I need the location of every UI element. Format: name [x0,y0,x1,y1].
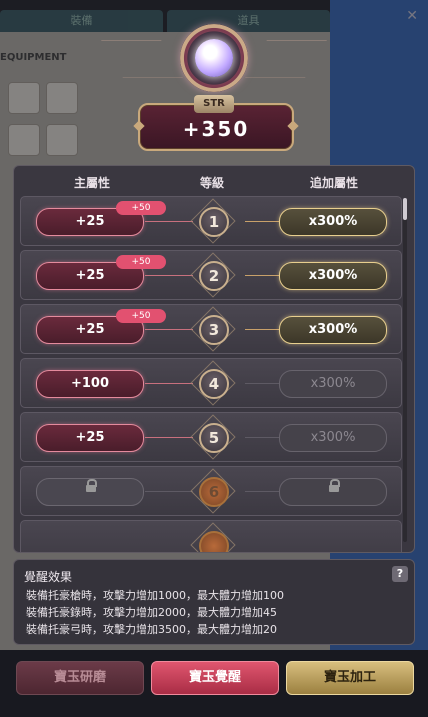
extra-stat-pill: x300% [279,424,387,452]
connector-line [245,221,279,222]
level-number: 3 [199,315,229,345]
column-header-level: 等級 [200,176,225,190]
connector-line [145,383,193,384]
awakening-table: 主屬性 等級 追加屬性 +25 +50 1 x300% +25 +50 2 x3… [13,165,415,553]
level-number: 1 [199,207,229,237]
help-icon[interactable]: ? [392,566,408,582]
extra-stat-pill: x300% [279,208,387,236]
connector-line [245,437,279,438]
level-number: 4 [199,369,229,399]
stat-value: +350 [182,117,250,141]
connector-line [145,275,193,276]
level-row[interactable]: +25 +50 1 x300% [20,196,402,246]
level-row[interactable]: +25 5 x300% [20,412,402,462]
bonus-badge: +50 [116,255,166,269]
effect-line: 裝備托豪錄時，攻擊力增加2000，最大體力增加45 [26,606,277,619]
connector-line [145,329,193,330]
awakening-effect-box: 覺醒效果 ? 裝備托豪槍時，攻擊力增加1000，最大體力增加100 裝備托豪錄時… [13,559,415,645]
extra-stat-pill-locked [279,478,387,506]
stat-name-badge: STR [194,95,234,113]
lock-icon [329,479,340,492]
polish-button[interactable]: 寶玉研磨 [16,661,144,695]
extra-stat-pill: x300% [279,370,387,398]
column-header-main: 主屬性 [74,176,111,190]
extra-stat-pill: x300% [279,262,387,290]
level-number-hidden [199,531,229,552]
level-number: 5 [199,423,229,453]
bonus-badge: +50 [116,309,166,323]
effect-line: 裝備托豪槍時，攻擊力增加1000，最大體力增加100 [26,589,284,602]
scrollbar[interactable] [403,198,407,542]
gem-icon [195,39,233,77]
connector-line [245,383,279,384]
main-stat-pill-locked [36,478,144,506]
extra-stat-pill: x300% [279,316,387,344]
level-medallion: 2 [190,252,236,298]
level-row[interactable]: +25 +50 3 x300% [20,304,402,354]
level-row-partial[interactable] [20,520,402,552]
connector-line [145,491,193,492]
level-medallion-locked: 6 [190,468,236,514]
connector-line [245,491,279,492]
level-number: 6 [199,477,229,507]
level-medallion: 4 [190,360,236,406]
level-row-locked[interactable]: 6 [20,466,402,516]
connector-line [245,275,279,276]
level-medallion: 5 [190,414,236,460]
level-medallion: 3 [190,306,236,352]
main-stat-pill: +25 [36,424,144,452]
level-row[interactable]: +100 4 x300% [20,358,402,408]
level-number: 2 [199,261,229,291]
bonus-badge: +50 [116,201,166,215]
scrollbar-thumb[interactable] [403,198,407,220]
process-button[interactable]: 寶玉加工 [286,661,414,695]
effect-title: 覺醒效果 [24,570,73,584]
connector-line [145,437,193,438]
effect-line: 裝備托豪弓時，攻擊力增加3500，最大體力增加20 [26,623,277,636]
lock-icon [86,479,97,492]
level-medallion: 1 [190,198,236,244]
main-stat-pill: +100 [36,370,144,398]
level-medallion-locked [190,522,236,552]
awaken-button[interactable]: 寶玉覺醒 [151,661,279,695]
level-row[interactable]: +25 +50 2 x300% [20,250,402,300]
connector-line [245,329,279,330]
column-header-extra: 追加屬性 [310,176,359,190]
connector-line [145,221,193,222]
